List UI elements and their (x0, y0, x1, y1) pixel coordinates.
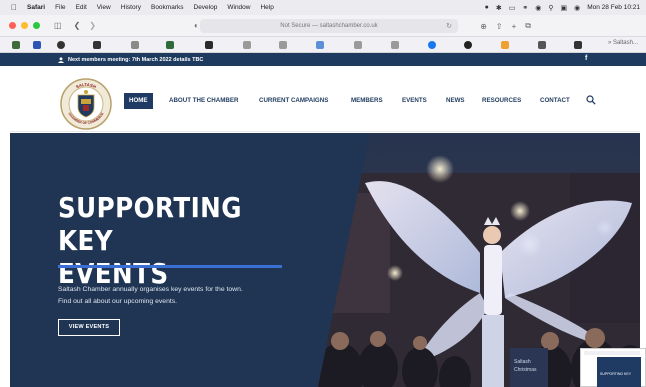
bookmark-6-icon[interactable] (166, 41, 174, 49)
bookmark-15-icon[interactable] (501, 41, 509, 49)
window-controls (9, 22, 40, 29)
microphone-icon[interactable]: ● (485, 4, 489, 11)
favorites-bar: » Saltash... (0, 37, 646, 53)
nav-resources[interactable]: RESOURCES (482, 93, 521, 109)
bookmark-13-icon[interactable] (428, 41, 436, 49)
status-area: ● ✱ ▭ ⚭ ◉ ⚲ ▣ ◉ Mon 28 Feb 10:21 (485, 0, 640, 15)
address-bar[interactable]: Not Secure — saltashchamber.co.uk ↻ (200, 19, 458, 33)
share-icon[interactable]: ⇧ (496, 22, 503, 31)
hero-banner: Saltash Christmas SUPPORTING KEY EVENTS … (10, 133, 640, 387)
bookmark-17-icon[interactable] (574, 41, 582, 49)
svg-text:Christmas: Christmas (514, 367, 537, 373)
search-icon[interactable] (586, 95, 596, 105)
saltash-chamber-logo[interactable]: SALTASH CHAMBER OF COMMERCE (60, 78, 112, 130)
announcement-bar: Next members meeting: 7th March 2022 det… (0, 53, 646, 66)
more-bookmarks[interactable]: » Saltash... (608, 40, 638, 46)
new-tab-icon[interactable]: + (512, 22, 517, 31)
bookmark-3-icon[interactable] (57, 41, 65, 49)
thumbnail-caption: SUPPORTING KEY (600, 372, 632, 376)
privacy-shield-icon[interactable]: ◐ (194, 21, 199, 30)
nav-events[interactable]: EVENTS (402, 93, 427, 109)
bookmark-16-icon[interactable] (538, 41, 546, 49)
hero-title: SUPPORTING KEY EVENTS (58, 191, 304, 290)
hero-description-line-2: Find out all about our upcoming events. (58, 298, 178, 305)
bookmark-7-icon[interactable] (205, 41, 213, 49)
hero-description: Saltash Chamber annually organises key e… (58, 284, 318, 308)
menu-help[interactable]: Help (260, 4, 273, 11)
bookmark-14-icon[interactable] (464, 41, 472, 49)
bookmark-2-icon[interactable] (33, 41, 41, 49)
menu-history[interactable]: History (121, 4, 141, 11)
svg-text:Saltash: Saltash (514, 359, 531, 365)
tab-overview-icon[interactable]: ⧉ (525, 21, 531, 31)
facebook-icon[interactable]: f (585, 55, 587, 62)
bookmark-1-icon[interactable] (12, 41, 20, 49)
hero-title-line-1: SUPPORTING KEY (58, 191, 242, 257)
user-icon (58, 56, 64, 63)
bookmark-9-icon[interactable] (279, 41, 287, 49)
screenshot-thumbnail[interactable]: SUPPORTING KEY (580, 348, 646, 387)
wifi-icon[interactable]: ⚭ (522, 4, 528, 12)
siri-icon[interactable]: ◉ (574, 4, 580, 12)
hero-description-line-1: Saltash Chamber annually organises key e… (58, 286, 243, 293)
menu-bookmarks[interactable]: Bookmarks (151, 4, 184, 11)
view-events-button[interactable]: VIEW EVENTS (58, 319, 120, 336)
control-center-icon[interactable]: ▣ (561, 4, 568, 12)
menu-develop[interactable]: Develop (194, 4, 218, 11)
address-text: Not Secure — saltashchamber.co.uk (280, 23, 378, 29)
bookmark-11-icon[interactable] (354, 41, 362, 49)
bookmark-12-icon[interactable] (391, 41, 399, 49)
forward-icon[interactable]: ❯ (89, 21, 96, 30)
meeting-notice: Next members meeting: 7th March 2022 det… (58, 57, 203, 63)
menu-view[interactable]: View (97, 4, 111, 11)
minimize-window-button[interactable] (21, 22, 28, 29)
clock[interactable]: Mon 28 Feb 10:21 (587, 4, 640, 11)
toolbar-actions: ⊕ ⇧ + ⧉ (480, 15, 531, 37)
thumbnail-hero: SUPPORTING KEY (597, 357, 641, 387)
bookmark-5-icon[interactable] (131, 41, 139, 49)
header-divider (10, 131, 640, 132)
back-icon[interactable]: ❮ (74, 21, 81, 30)
spotlight-icon[interactable]: ⚲ (548, 4, 553, 12)
nav-members[interactable]: MEMBERS (351, 93, 383, 109)
reload-icon[interactable]: ↻ (446, 22, 452, 30)
close-window-button[interactable] (9, 22, 16, 29)
menu-safari[interactable]: Safari (27, 4, 45, 11)
apple-menu-icon[interactable]:  (9, 3, 19, 12)
nav-home[interactable]: HOME (124, 93, 153, 109)
bookmark-4-icon[interactable] (93, 41, 101, 49)
hero-title-underline (58, 265, 282, 268)
nav-current-campaigns[interactable]: CURRENT CAMPAIGNS (259, 93, 328, 109)
menu-edit[interactable]: Edit (76, 4, 87, 11)
macos-menu-bar:  Safari File Edit View History Bookmark… (0, 0, 646, 15)
bookmark-8-icon[interactable] (243, 41, 251, 49)
sidebar-icon[interactable]: ◫ (54, 21, 62, 30)
notice-text: Next members meeting: 7th March 2022 det… (68, 56, 204, 63)
nav-news[interactable]: NEWS (446, 93, 465, 109)
zoom-window-button[interactable] (33, 22, 40, 29)
menu-file[interactable]: File (55, 4, 65, 11)
thumbnail-header (584, 351, 640, 355)
nav-about-the-chamber[interactable]: ABOUT THE CHAMBER (169, 93, 238, 109)
downloads-icon[interactable]: ⊕ (480, 22, 487, 31)
nav-contact[interactable]: CONTACT (540, 93, 570, 109)
battery-icon[interactable]: ▭ (509, 4, 516, 12)
user-switch-icon[interactable]: ◉ (535, 4, 541, 12)
menu-window[interactable]: Window (227, 4, 250, 11)
bluetooth-icon[interactable]: ✱ (496, 4, 502, 12)
bookmark-10-icon[interactable] (316, 41, 324, 49)
browser-toolbar: ◫ ❮ ❯ ◐ ⌂ ▤ Not Secure — saltashchamber.… (0, 15, 646, 37)
